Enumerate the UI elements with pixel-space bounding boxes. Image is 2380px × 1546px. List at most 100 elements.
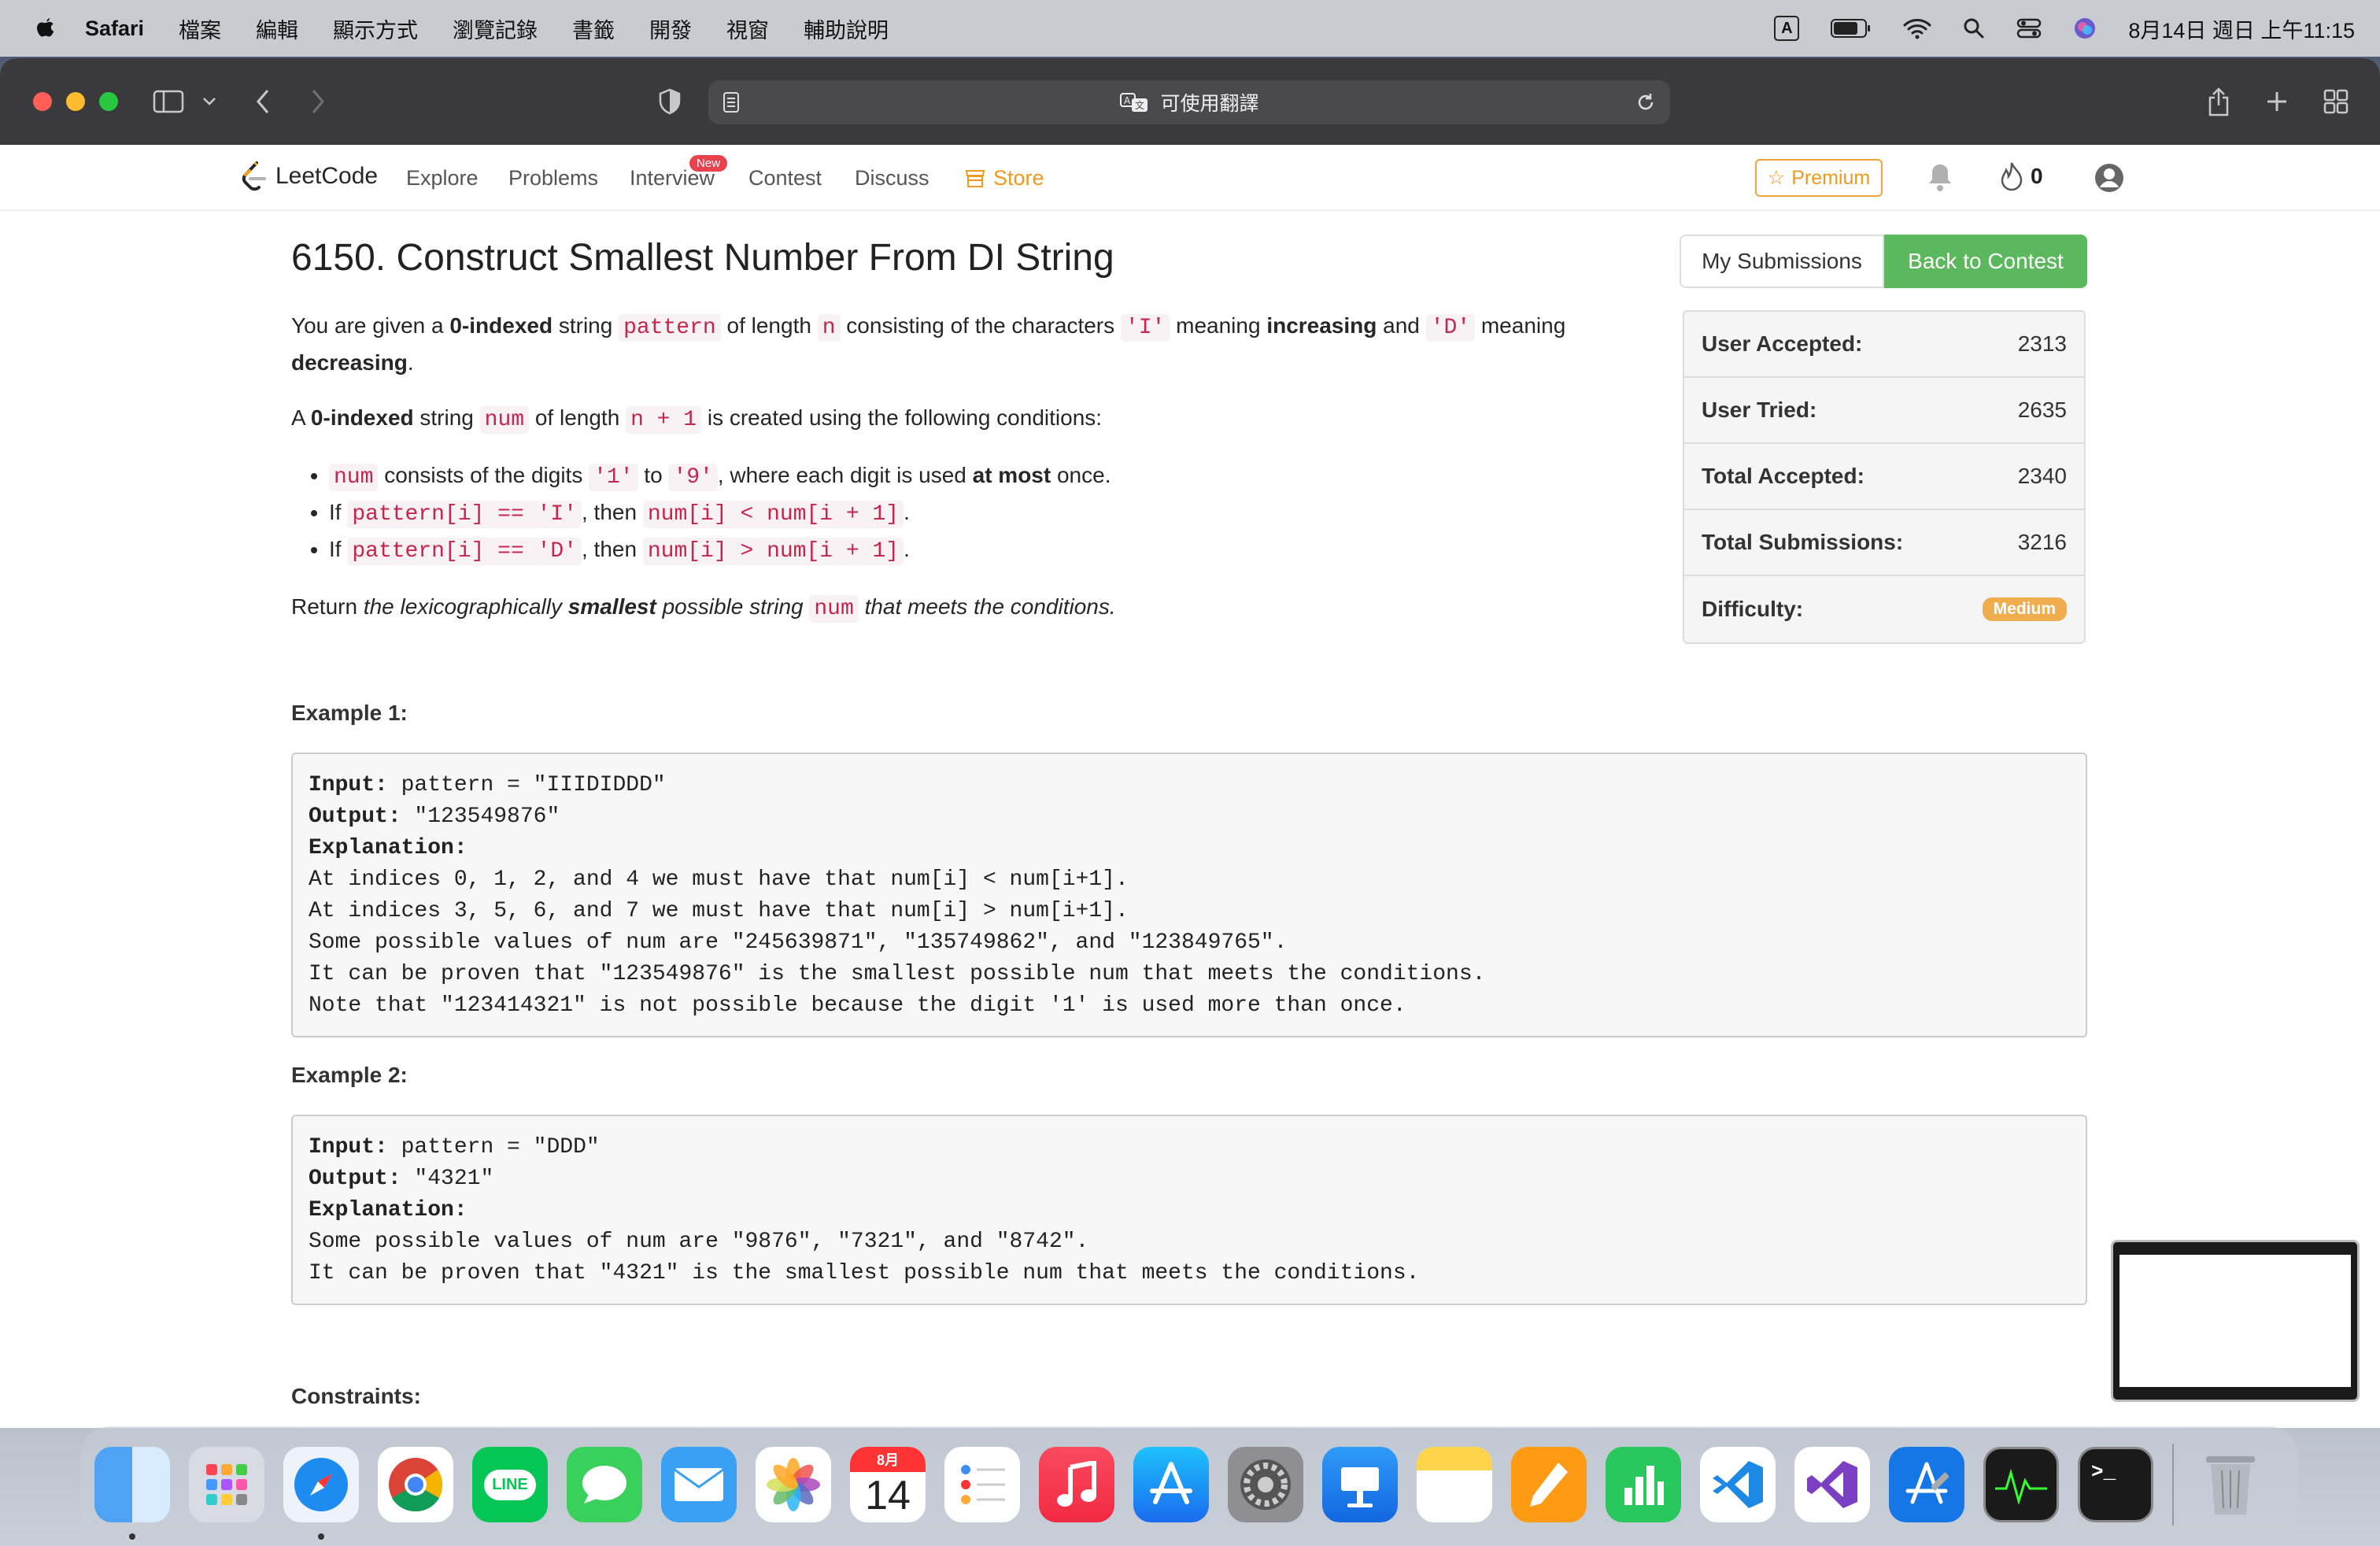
control-center-icon[interactable] bbox=[2016, 17, 2042, 39]
example-2-title: Example 2: bbox=[291, 1063, 408, 1087]
messages-icon[interactable] bbox=[567, 1447, 642, 1522]
dock: LINE 8月 14 >_ bbox=[80, 1426, 2298, 1543]
photos-icon[interactable] bbox=[756, 1447, 831, 1522]
difficulty-badge: Medium bbox=[1982, 597, 2067, 621]
menu-app-name[interactable]: Safari bbox=[85, 17, 144, 41]
back-to-contest-button[interactable]: Back to Contest bbox=[1884, 235, 2087, 288]
safari-toolbar: A文 可使用翻譯 bbox=[0, 58, 2380, 145]
leetcode-logo-icon bbox=[242, 161, 266, 191]
menu-bookmarks[interactable]: 書籤 bbox=[572, 13, 615, 44]
menu-help[interactable]: 輔助說明 bbox=[804, 13, 889, 44]
reader-icon[interactable] bbox=[722, 91, 740, 113]
finder-icon[interactable] bbox=[94, 1447, 170, 1540]
music-icon[interactable] bbox=[1039, 1447, 1114, 1522]
leetcode-logo-text: LeetCode bbox=[275, 163, 379, 189]
svg-text:文: 文 bbox=[1135, 99, 1144, 111]
app-store-icon[interactable] bbox=[1133, 1447, 1209, 1522]
nav-store-label: Store bbox=[993, 166, 1044, 190]
streak-count: 0 bbox=[2031, 164, 2043, 188]
tab-overview-icon[interactable] bbox=[2323, 58, 2349, 145]
trash-icon[interactable] bbox=[2193, 1447, 2268, 1522]
menu-clock[interactable]: 8月14日 週日 上午11:15 bbox=[2128, 13, 2355, 44]
nav-interview[interactable]: Interview New bbox=[630, 155, 728, 190]
my-submissions-button[interactable]: My Submissions bbox=[1680, 235, 1884, 288]
terminal-prompt-glyph: >_ bbox=[2091, 1460, 2116, 1484]
spotlight-search-icon[interactable] bbox=[1963, 17, 1985, 39]
screenshot-thumbnail[interactable] bbox=[2111, 1240, 2360, 1402]
zoom-window-button[interactable] bbox=[99, 92, 118, 111]
calendar-day: 14 bbox=[865, 1473, 911, 1518]
list-item: num consists of the digits '1' to '9', w… bbox=[329, 458, 1629, 495]
nav-explore[interactable]: Explore bbox=[406, 166, 479, 190]
visual-studio-icon[interactable] bbox=[1794, 1447, 1870, 1522]
nav-problems[interactable]: Problems bbox=[508, 166, 598, 190]
leetcode-logo[interactable]: LeetCode bbox=[241, 161, 378, 192]
launchpad-icon[interactable] bbox=[189, 1447, 264, 1522]
line-icon[interactable]: LINE bbox=[472, 1447, 548, 1522]
example-1-block: Input: pattern = "IIIDIDDD" Output: "123… bbox=[291, 753, 2087, 1037]
menu-edit[interactable]: 編輯 bbox=[256, 13, 298, 44]
forward-icon[interactable] bbox=[310, 58, 326, 145]
back-icon[interactable] bbox=[255, 58, 271, 145]
siri-icon[interactable] bbox=[2073, 17, 2097, 40]
close-window-button[interactable] bbox=[33, 92, 52, 111]
reload-icon[interactable] bbox=[1635, 92, 1656, 113]
nav-contest[interactable]: Contest bbox=[748, 166, 822, 190]
menu-view[interactable]: 顯示方式 bbox=[333, 13, 418, 44]
chrome-icon[interactable] bbox=[378, 1447, 453, 1522]
terminal-icon[interactable]: >_ bbox=[2078, 1447, 2153, 1522]
menu-window[interactable]: 視窗 bbox=[726, 13, 769, 44]
user-avatar-icon[interactable] bbox=[2094, 162, 2125, 199]
address-bar[interactable]: A文 可使用翻譯 bbox=[708, 80, 1670, 124]
mail-icon[interactable] bbox=[661, 1447, 737, 1522]
url-text: 可使用翻譯 bbox=[1160, 93, 1259, 115]
activity-monitor-icon[interactable] bbox=[1983, 1447, 2059, 1522]
calendar-month: 8月 bbox=[850, 1447, 926, 1472]
premium-label: Premium bbox=[1791, 166, 1871, 189]
premium-button[interactable]: ☆ Premium bbox=[1755, 159, 1883, 197]
constraints-title: Constraints: bbox=[291, 1384, 421, 1408]
menu-develop[interactable]: 開發 bbox=[649, 13, 692, 44]
new-tab-icon[interactable] bbox=[2265, 58, 2289, 145]
xcode-icon[interactable] bbox=[1889, 1447, 1964, 1522]
menu-history[interactable]: 瀏覽記錄 bbox=[453, 13, 538, 44]
input-source-icon[interactable]: A bbox=[1774, 16, 1800, 41]
description-paragraph-2: A 0-indexed string num of length n + 1 i… bbox=[291, 405, 1103, 434]
store-icon bbox=[965, 169, 985, 187]
menu-file[interactable]: 檔案 bbox=[179, 13, 221, 44]
translate-icon[interactable]: A文 bbox=[1119, 91, 1149, 113]
menu-bar: Safari 檔案 編輯 顯示方式 瀏覽記錄 書籤 開發 視窗 輔助說明 A 8… bbox=[0, 0, 2380, 57]
stat-row-user-tried: User Tried: 2635 bbox=[1684, 378, 2084, 444]
numbers-icon[interactable] bbox=[1606, 1447, 1681, 1522]
stat-row-total-submissions: Total Submissions: 3216 bbox=[1684, 510, 2084, 576]
sidebar-toggle-icon[interactable] bbox=[153, 58, 184, 145]
notification-bell-icon[interactable] bbox=[1927, 162, 1953, 198]
privacy-shield-icon[interactable] bbox=[658, 58, 682, 145]
reminders-icon[interactable] bbox=[944, 1447, 1020, 1522]
minimize-window-button[interactable] bbox=[66, 92, 85, 111]
example-2-block: Input: pattern = "DDD" Output: "4321" Ex… bbox=[291, 1115, 2087, 1305]
problem-description: You are given a 0-indexed string pattern… bbox=[291, 309, 1629, 647]
safari-window: A文 可使用翻譯 LeetCode Explore Problems Inter… bbox=[0, 58, 2380, 1428]
calendar-icon[interactable]: 8月 14 bbox=[850, 1447, 926, 1522]
chevron-down-icon[interactable] bbox=[201, 58, 217, 145]
wifi-icon[interactable] bbox=[1903, 17, 1931, 39]
safari-icon[interactable] bbox=[283, 1447, 359, 1540]
running-indicator bbox=[318, 1533, 324, 1540]
svg-text:A: A bbox=[1124, 95, 1131, 106]
nav-discuss[interactable]: Discuss bbox=[855, 166, 929, 190]
list-item: If pattern[i] == 'D', then num[i] > num[… bbox=[329, 532, 1629, 569]
pages-icon[interactable] bbox=[1511, 1447, 1587, 1522]
description-paragraph-1: You are given a 0-indexed string pattern… bbox=[291, 313, 1566, 375]
keynote-icon[interactable] bbox=[1322, 1447, 1398, 1522]
streak-counter[interactable]: 0 bbox=[1999, 161, 2043, 192]
nav-store[interactable]: Store bbox=[965, 166, 1044, 190]
vscode-icon[interactable] bbox=[1700, 1447, 1776, 1522]
running-indicator bbox=[129, 1533, 135, 1540]
notes-icon[interactable] bbox=[1417, 1447, 1492, 1522]
system-preferences-icon[interactable] bbox=[1228, 1447, 1303, 1522]
apple-menu-icon[interactable] bbox=[30, 13, 61, 44]
battery-icon[interactable] bbox=[1831, 18, 1872, 39]
share-icon[interactable] bbox=[2207, 58, 2230, 145]
example-1-title: Example 1: bbox=[291, 701, 408, 725]
